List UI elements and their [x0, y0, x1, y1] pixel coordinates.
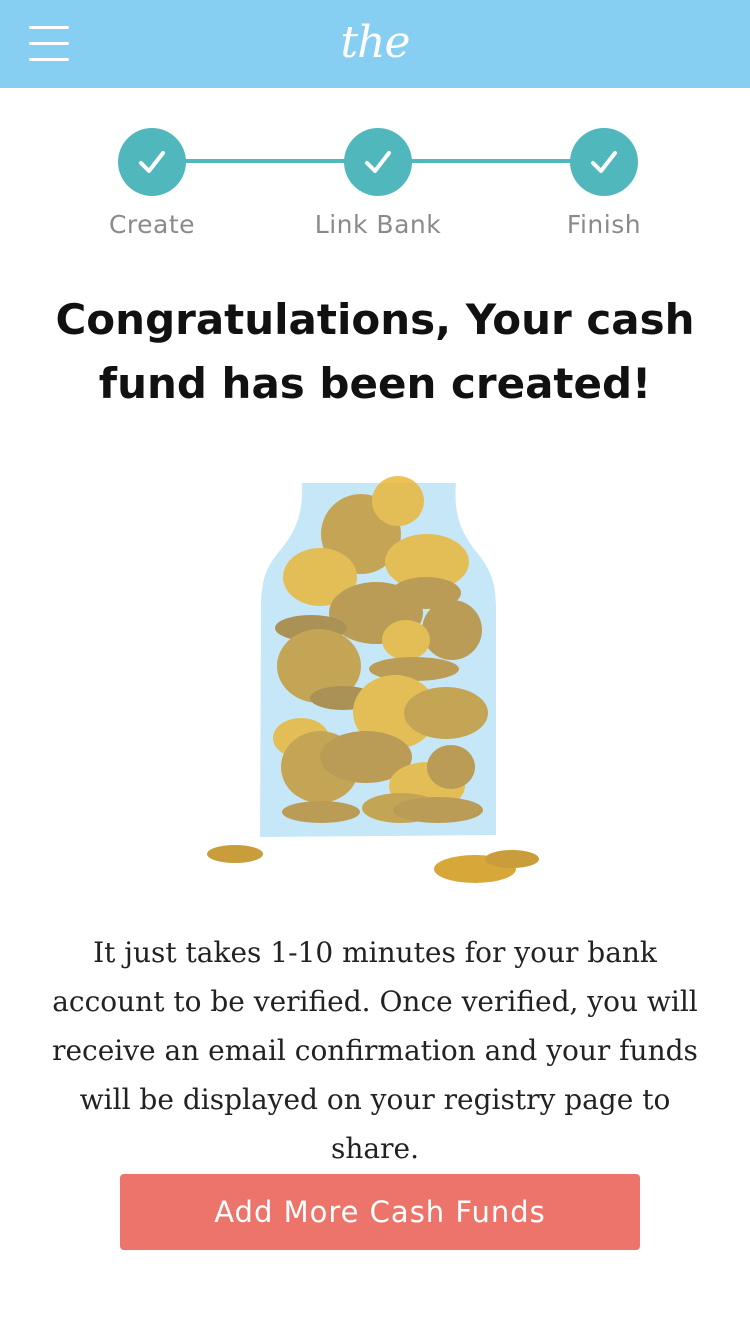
the-knot-logo[interactable]: the knot — [290, 8, 460, 138]
step-complete-circle — [118, 128, 186, 196]
step-link-bank: Link Bank — [278, 128, 478, 239]
menu-bar-line — [29, 58, 69, 61]
top-header: the knot — [0, 0, 750, 138]
checkmark-icon — [139, 151, 165, 173]
progress-stepper: Create Link Bank Finish — [0, 88, 750, 258]
checkmark-icon — [365, 151, 391, 173]
step-label: Finish — [566, 210, 642, 239]
verification-description: It just takes 1-10 minutes for your bank… — [52, 936, 698, 1165]
step-complete-circle — [570, 128, 638, 196]
coins-outside-jar — [207, 845, 539, 883]
step-label: Link Bank — [314, 210, 442, 239]
hamburger-menu-icon[interactable] — [29, 26, 69, 62]
step-finish: Finish — [504, 128, 704, 239]
step-complete-circle — [344, 128, 412, 196]
coin-jar-illustration — [207, 476, 539, 883]
page-title: Congratulations, Your cash fund has been… — [55, 295, 695, 408]
step-create: Create — [52, 128, 252, 239]
add-more-cash-funds-button[interactable]: Add More Cash Funds — [120, 1174, 640, 1250]
menu-bar-line — [29, 42, 69, 45]
checkmark-icon — [591, 151, 617, 173]
menu-bar-line — [29, 26, 69, 29]
step-label: Create — [108, 210, 196, 239]
